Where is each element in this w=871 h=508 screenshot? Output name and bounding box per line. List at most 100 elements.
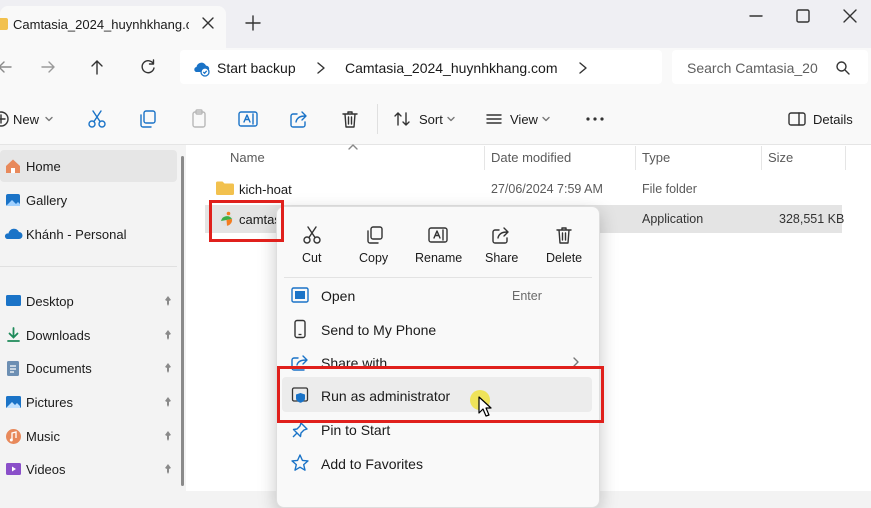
copy-icon[interactable] (137, 108, 159, 130)
rename-icon[interactable] (427, 224, 449, 246)
copy-icon[interactable] (364, 224, 386, 246)
chevron-down-icon[interactable] (446, 114, 456, 124)
pin-icon[interactable] (163, 295, 173, 307)
breadcrumb-current-folder[interactable]: Camtasia_2024_huynhkhang.com (345, 60, 557, 76)
pin-icon[interactable] (163, 430, 173, 442)
more-options-icon[interactable] (584, 110, 606, 128)
maximize-button[interactable] (793, 6, 813, 26)
context-action-share[interactable]: Share (485, 251, 518, 265)
cut-icon[interactable] (86, 108, 108, 130)
music-icon (5, 428, 22, 445)
forward-arrow-icon[interactable] (37, 56, 59, 78)
sidebar-item-music[interactable]: Music (26, 429, 60, 444)
rename-icon[interactable] (237, 108, 259, 130)
downloads-icon (5, 326, 22, 343)
phone-icon (293, 319, 307, 339)
sidebar-item-videos[interactable]: Videos (26, 462, 66, 477)
highlight-box-run-as-administrator (277, 366, 604, 423)
sort-button-label[interactable]: Sort (419, 112, 443, 127)
menu-item-open[interactable]: Open (321, 288, 355, 304)
menu-item-pin-to-start[interactable]: Pin to Start (321, 422, 390, 438)
chevron-down-icon[interactable] (44, 114, 54, 124)
chevron-down-icon[interactable] (541, 114, 551, 124)
desktop-icon (5, 293, 22, 308)
share-icon[interactable] (288, 108, 310, 130)
home-icon (4, 157, 22, 175)
sidebar-item-downloads[interactable]: Downloads (26, 328, 90, 343)
pin-icon[interactable] (163, 362, 173, 374)
paste-icon[interactable] (188, 108, 210, 130)
breadcrumb-expand-chevron-icon[interactable] (576, 60, 590, 76)
column-header-name[interactable]: Name (230, 150, 265, 165)
start-backup-link[interactable]: Start backup (217, 60, 296, 76)
context-action-cut[interactable]: Cut (302, 251, 321, 265)
breadcrumb-chevron-icon[interactable] (314, 60, 328, 76)
sidebar-item-onedrive[interactable]: Khánh - Personal (26, 227, 126, 242)
sidebar-item-label: Home (26, 159, 61, 174)
minimize-button[interactable] (746, 6, 766, 26)
search-placeholder: Search Camtasia_20 (687, 60, 818, 76)
details-pane-icon[interactable] (787, 110, 807, 128)
context-action-rename[interactable]: Rename (415, 251, 462, 265)
file-date: 27/06/2024 7:59 AM (491, 182, 603, 196)
details-button-label[interactable]: Details (813, 112, 853, 127)
menu-divider (284, 277, 592, 278)
sidebar-item-pictures[interactable]: Pictures (26, 395, 73, 410)
menu-item-add-to-favorites[interactable]: Add to Favorites (321, 456, 423, 472)
open-icon (290, 286, 310, 304)
folder-icon (215, 180, 235, 196)
pin-to-start-icon (291, 421, 309, 439)
view-icon[interactable] (485, 110, 503, 128)
folder-icon (0, 18, 8, 30)
search-icon[interactable] (834, 59, 852, 77)
onedrive-backup-icon (191, 58, 211, 78)
refresh-icon[interactable] (137, 56, 159, 78)
toolbar-divider (377, 104, 378, 134)
menu-item-send-to-phone[interactable]: Send to My Phone (321, 322, 436, 338)
mouse-pointer-icon (478, 396, 494, 418)
column-header-date[interactable]: Date modified (491, 150, 571, 165)
new-plus-icon[interactable] (0, 110, 10, 128)
share-icon[interactable] (490, 224, 512, 246)
column-divider[interactable] (761, 146, 762, 170)
highlight-box-selected-file (209, 200, 284, 242)
column-divider[interactable] (484, 146, 485, 170)
context-action-delete[interactable]: Delete (546, 251, 582, 265)
documents-icon (5, 360, 21, 377)
column-divider[interactable] (635, 146, 636, 170)
close-tab-button[interactable] (197, 12, 219, 34)
file-size: 328,551 KB (779, 212, 845, 226)
column-header-size[interactable]: Size (768, 150, 793, 165)
pin-icon[interactable] (163, 396, 173, 408)
delete-icon[interactable] (553, 224, 575, 246)
tab-title: Camtasia_2024_huynhkhang.c (13, 17, 189, 32)
file-type: Application (642, 212, 704, 226)
file-name[interactable]: kich-hoat (239, 182, 292, 197)
pictures-icon (5, 394, 22, 410)
delete-icon[interactable] (339, 108, 361, 130)
back-arrow-icon[interactable] (0, 56, 16, 78)
file-type: File folder (642, 182, 697, 196)
pin-icon[interactable] (163, 463, 173, 475)
star-icon (290, 453, 310, 473)
pin-icon[interactable] (163, 329, 173, 341)
close-window-button[interactable] (840, 6, 860, 26)
sidebar-divider (0, 266, 177, 267)
sidebar-item-documents[interactable]: Documents (26, 361, 92, 376)
context-action-copy[interactable]: Copy (359, 251, 388, 265)
onedrive-cloud-icon (3, 226, 23, 242)
new-tab-button[interactable] (242, 12, 264, 34)
column-divider[interactable] (845, 146, 846, 170)
sort-ascending-indicator-icon (347, 143, 359, 151)
sidebar-item-desktop[interactable]: Desktop (26, 294, 74, 309)
column-header-type[interactable]: Type (642, 150, 670, 165)
up-arrow-icon[interactable] (86, 56, 108, 78)
sort-icon[interactable] (393, 110, 411, 128)
cut-icon[interactable] (301, 224, 323, 246)
view-button-label[interactable]: View (510, 112, 538, 127)
new-button-label[interactable]: New (13, 112, 39, 127)
gallery-icon (4, 191, 22, 209)
sidebar-scrollbar[interactable] (179, 150, 185, 491)
sidebar-item-gallery[interactable]: Gallery (26, 193, 67, 208)
menu-shortcut-enter: Enter (512, 289, 542, 303)
